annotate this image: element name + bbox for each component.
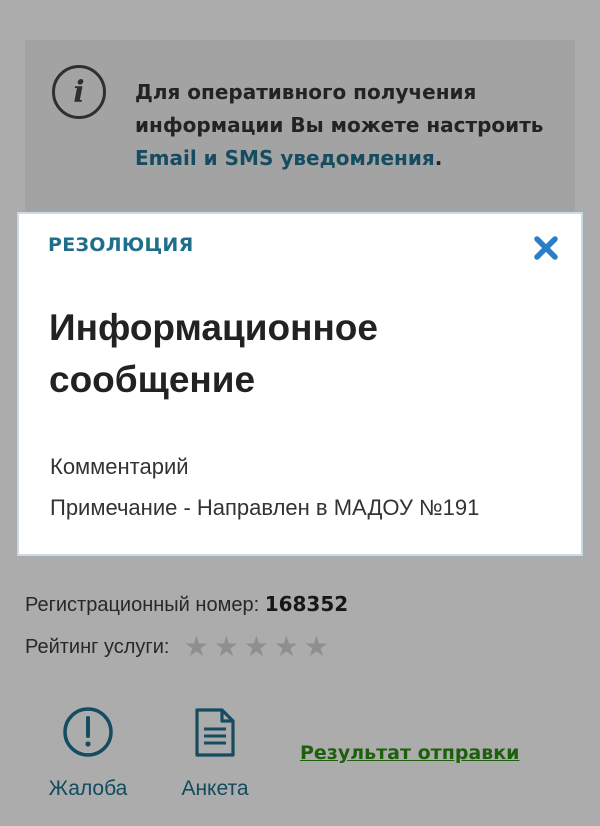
modal-note: Примечание - Направлен в МАДОУ №191 xyxy=(50,495,480,520)
modal-header: РЕЗОЛЮЦИЯ xyxy=(48,234,194,256)
close-icon xyxy=(534,236,558,260)
modal-title: Информационное сообщение xyxy=(49,307,378,400)
resolution-modal: РЕЗОЛЮЦИЯ Информационное сообщение Комме… xyxy=(17,212,583,556)
modal-comment-label: Комментарий xyxy=(50,454,189,479)
close-button[interactable] xyxy=(531,233,561,263)
